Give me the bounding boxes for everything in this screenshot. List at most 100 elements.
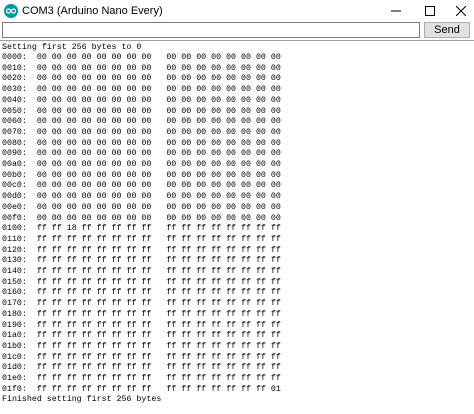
row-bytes: ff ff ff ff ff ff ff ff ff ff ff ff ff f…	[36, 341, 281, 351]
row-address: 0120:	[2, 245, 27, 255]
row-address: 0160:	[2, 288, 27, 298]
hex-row: 0180: ff ff ff ff ff ff ff ff ff ff ff f…	[2, 310, 281, 320]
row-address: 0130:	[2, 256, 27, 266]
hex-row: 0090: 00 00 00 00 00 00 00 00 00 00 00 0…	[2, 149, 281, 159]
hex-row: 00a0: 00 00 00 00 00 00 00 00 00 00 00 0…	[2, 160, 281, 170]
hex-row: 0030: 00 00 00 00 00 00 00 00 00 00 00 0…	[2, 85, 281, 95]
row-address: 0150:	[2, 277, 27, 287]
row-bytes: 00 00 00 00 00 00 00 00 00 00 00 00 00 0…	[36, 95, 281, 105]
row-bytes: 00 00 00 00 00 00 00 00 00 00 00 00 00 0…	[36, 127, 281, 137]
row-bytes: ff ff ff ff ff ff ff ff ff ff ff ff ff f…	[36, 267, 281, 276]
hex-row: 0110: ff ff ff ff ff ff ff ff ff ff ff f…	[2, 235, 281, 245]
row-address: 00a0:	[2, 160, 27, 169]
row-address: 01e0:	[2, 374, 27, 383]
arduino-icon	[4, 4, 18, 18]
row-address: 0050:	[2, 106, 27, 116]
hex-row: 00b0: 00 00 00 00 00 00 00 00 00 00 00 0…	[2, 171, 281, 181]
serial-input[interactable]	[2, 22, 420, 38]
row-address: 0110:	[2, 234, 27, 244]
hex-row: 00f0: 00 00 00 00 00 00 00 00 00 00 00 0…	[2, 214, 281, 224]
hex-row: 01d0: ff ff ff ff ff ff ff ff ff ff ff f…	[2, 363, 281, 373]
hex-row: 01c0: ff ff ff ff ff ff ff ff ff ff ff f…	[2, 353, 281, 363]
row-bytes: ff ff ff ff ff ff ff ff ff ff ff ff ff f…	[36, 288, 281, 298]
output-footer: Finished setting first 256 bytes	[2, 395, 162, 405]
row-address: 0080:	[2, 138, 27, 148]
hex-row: 0170: ff ff ff ff ff ff ff ff ff ff ff f…	[2, 299, 281, 309]
row-address: 0030:	[2, 85, 27, 95]
row-bytes: 00 00 00 00 00 00 00 00 00 00 00 00 00 0…	[36, 117, 281, 127]
row-bytes: ff ff ff ff ff ff ff ff ff ff ff ff ff f…	[36, 384, 281, 394]
hex-row: 0120: ff ff ff ff ff ff ff ff ff ff ff f…	[2, 246, 281, 256]
hex-row: 0010: 00 00 00 00 00 00 00 00 00 00 00 0…	[2, 64, 281, 74]
hex-row: 0100: ff ff 18 ff ff ff ff ff ff ff ff f…	[2, 224, 281, 234]
hex-row: 0050: 00 00 00 00 00 00 00 00 00 00 00 0…	[2, 107, 281, 117]
close-button[interactable]	[446, 0, 474, 22]
hex-row: 0130: ff ff ff ff ff ff ff ff ff ff ff f…	[2, 256, 281, 266]
row-bytes: 00 00 00 00 00 00 00 00 00 00 00 00 00 0…	[36, 170, 281, 180]
row-address: 0020:	[2, 74, 27, 84]
row-address: 01b0:	[2, 341, 27, 351]
row-address: 0010:	[2, 63, 27, 73]
row-address: 0000:	[2, 53, 27, 62]
row-address: 01f0:	[2, 384, 27, 394]
row-address: 00f0:	[2, 213, 27, 223]
row-address: 0140:	[2, 267, 27, 276]
row-bytes: ff ff ff ff ff ff ff ff ff ff ff ff ff f…	[36, 320, 281, 330]
row-address: 00c0:	[2, 181, 27, 191]
hex-row: 0140: ff ff ff ff ff ff ff ff ff ff ff f…	[2, 267, 281, 277]
send-bar: Send	[0, 22, 474, 40]
row-bytes: 00 00 00 00 00 00 00 00 00 00 00 00 00 0…	[36, 138, 281, 148]
row-address: 0100:	[2, 224, 27, 234]
send-button[interactable]: Send	[424, 22, 470, 38]
hex-row: 0000: 00 00 00 00 00 00 00 00 00 00 00 0…	[2, 53, 281, 63]
row-bytes: 00 00 00 00 00 00 00 00 00 00 00 00 00 0…	[36, 74, 281, 84]
hex-row: 0150: ff ff ff ff ff ff ff ff ff ff ff f…	[2, 278, 281, 288]
hex-row: 01e0: ff ff ff ff ff ff ff ff ff ff ff f…	[2, 374, 281, 384]
row-address: 0090:	[2, 149, 27, 159]
hex-row: 0060: 00 00 00 00 00 00 00 00 00 00 00 0…	[2, 117, 281, 127]
row-bytes: 00 00 00 00 00 00 00 00 00 00 00 00 00 0…	[36, 213, 281, 223]
close-icon	[456, 6, 466, 16]
row-bytes: ff ff ff ff ff ff ff ff ff ff ff ff ff f…	[36, 352, 281, 362]
row-address: 0040:	[2, 95, 27, 105]
row-bytes: 00 00 00 00 00 00 00 00 00 00 00 00 00 0…	[36, 192, 281, 202]
maximize-button[interactable]	[415, 0, 445, 22]
hex-row: 01b0: ff ff ff ff ff ff ff ff ff ff ff f…	[2, 342, 281, 352]
row-bytes: 00 00 00 00 00 00 00 00 00 00 00 00 00 0…	[36, 63, 281, 73]
title-bar: COM3 (Arduino Nano Every)	[0, 0, 474, 22]
hex-row: 01f0: ff ff ff ff ff ff ff ff ff ff ff f…	[2, 385, 281, 395]
minimize-button[interactable]	[381, 0, 411, 22]
row-address: 00e0:	[2, 202, 27, 212]
hex-row: 0080: 00 00 00 00 00 00 00 00 00 00 00 0…	[2, 139, 281, 149]
row-bytes: 00 00 00 00 00 00 00 00 00 00 00 00 00 0…	[36, 53, 281, 62]
output-header: Setting first 256 bytes to 0	[2, 43, 142, 52]
row-bytes: ff ff ff ff ff ff ff ff ff ff ff ff ff f…	[36, 256, 281, 266]
hex-row: 00d0: 00 00 00 00 00 00 00 00 00 00 00 0…	[2, 192, 281, 202]
row-address: 0060:	[2, 117, 27, 127]
row-bytes: 00 00 00 00 00 00 00 00 00 00 00 00 00 0…	[36, 181, 281, 191]
row-bytes: ff ff ff ff ff ff ff ff ff ff ff ff ff f…	[36, 245, 281, 255]
row-bytes: ff ff ff ff ff ff ff ff ff ff ff ff ff f…	[36, 277, 281, 287]
row-address: 01c0:	[2, 352, 27, 362]
hex-row: 0020: 00 00 00 00 00 00 00 00 00 00 00 0…	[2, 74, 281, 84]
row-bytes: ff ff ff ff ff ff ff ff ff ff ff ff ff f…	[36, 299, 281, 309]
row-bytes: ff ff ff ff ff ff ff ff ff ff ff ff ff f…	[36, 374, 281, 383]
serial-output[interactable]: Setting first 256 bytes to 0 0000: 00 00…	[0, 40, 474, 414]
row-address: 00b0:	[2, 170, 27, 180]
hex-row: 0070: 00 00 00 00 00 00 00 00 00 00 00 0…	[2, 128, 281, 138]
row-address: 00d0:	[2, 192, 27, 202]
row-address: 0070:	[2, 127, 27, 137]
row-bytes: 00 00 00 00 00 00 00 00 00 00 00 00 00 0…	[36, 106, 281, 116]
row-bytes: 00 00 00 00 00 00 00 00 00 00 00 00 00 0…	[36, 160, 281, 169]
row-bytes: 00 00 00 00 00 00 00 00 00 00 00 00 00 0…	[36, 85, 281, 95]
hex-row: 00c0: 00 00 00 00 00 00 00 00 00 00 00 0…	[2, 181, 281, 191]
row-bytes: 00 00 00 00 00 00 00 00 00 00 00 00 00 0…	[36, 202, 281, 212]
hex-row: 0160: ff ff ff ff ff ff ff ff ff ff ff f…	[2, 288, 281, 298]
row-address: 01a0:	[2, 331, 27, 341]
row-address: 0180:	[2, 309, 27, 319]
row-address: 01d0:	[2, 363, 27, 373]
row-bytes: ff ff 18 ff ff ff ff ff ff ff ff ff ff f…	[36, 224, 281, 234]
minimize-icon	[391, 10, 401, 12]
row-bytes: ff ff ff ff ff ff ff ff ff ff ff ff ff f…	[36, 363, 281, 373]
row-bytes: ff ff ff ff ff ff ff ff ff ff ff ff ff f…	[36, 234, 281, 244]
